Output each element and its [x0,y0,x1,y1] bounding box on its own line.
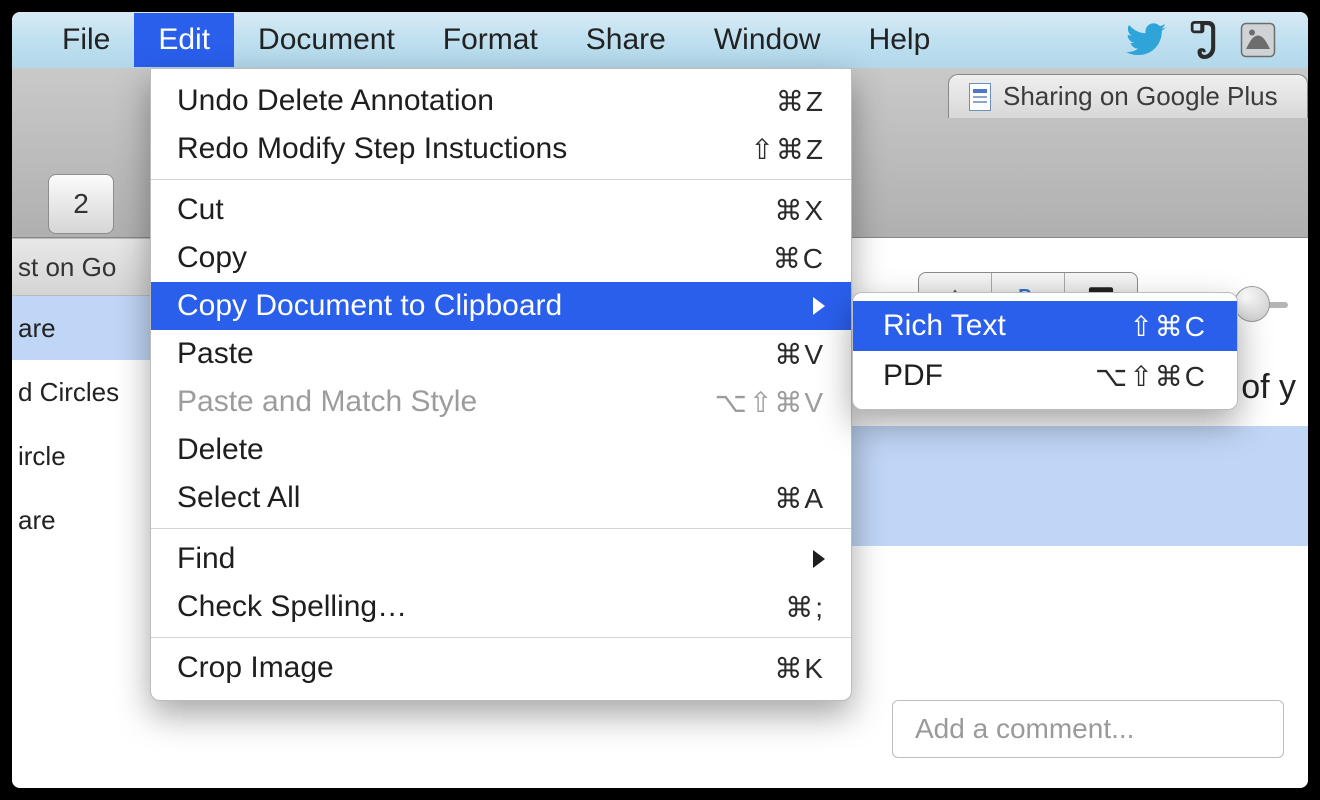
menu-item-label: Rich Text [883,309,1129,343]
submenu-item-0[interactable]: Rich Text⇧⌘C [853,301,1237,351]
menu-item-shortcut: ⌘; [785,591,825,624]
menu-item-label: Paste and Match Style [177,385,715,419]
copy-document-submenu: Rich Text⇧⌘CPDF⌥⇧⌘C [852,292,1238,410]
submenu-item-1[interactable]: PDF⌥⇧⌘C [853,351,1237,401]
menu-item-label: Crop Image [177,651,774,685]
app-window: File Edit Document Format Share Window H… [6,6,1314,794]
menu-item-shortcut: ⌘K [774,652,825,685]
menu-item-label: Select All [177,481,774,515]
edit-menu-item-12[interactable]: Check Spelling…⌘; [151,583,851,631]
edit-menu-item-7: Paste and Match Style⌥⇧⌘V [151,378,851,426]
edit-menu-item-6[interactable]: Paste⌘V [151,330,851,378]
menubar: File Edit Document Format Share Window H… [12,12,1308,68]
submenu-arrow-icon [813,550,825,568]
toolbar-step-button[interactable]: 2 [48,174,114,234]
document-tab-title: Sharing on Google Plus [1003,81,1278,112]
menu-item-shortcut: ⌘V [774,338,825,371]
comment-input[interactable]: Add a comment... [892,700,1284,758]
edit-menu-item-3[interactable]: Cut⌘X [151,186,851,234]
menu-item-label: Cut [177,193,774,227]
twitter-icon[interactable] [1126,23,1166,57]
menu-item-label: Check Spelling… [177,590,785,624]
menu-item-label: PDF [883,359,1095,393]
edit-menu-item-0[interactable]: Undo Delete Annotation⌘Z [151,77,851,125]
edit-menu: Undo Delete Annotation⌘ZRedo Modify Step… [150,68,852,701]
menu-item-shortcut: ⌥⇧⌘C [1095,360,1207,393]
menu-item-label: Redo Modify Step Instuctions [177,132,750,166]
menu-item-label: Undo Delete Annotation [177,84,776,118]
document-icon [969,83,991,111]
menu-format[interactable]: Format [419,13,562,67]
status-icons [1126,21,1282,59]
menu-item-label: Copy Document to Clipboard [177,289,801,323]
menu-item-shortcut: ⌥⇧⌘V [715,386,825,419]
sidebar-item-2[interactable]: ircle [12,424,152,488]
menu-window[interactable]: Window [690,13,845,67]
document-tab[interactable]: Sharing on Google Plus [948,74,1308,118]
submenu-arrow-icon [813,297,825,315]
sidebar-header: st on Go [12,238,152,296]
zoom-slider-knob[interactable] [1234,286,1270,322]
menu-item-label: Paste [177,337,774,371]
comment-placeholder: Add a comment... [915,713,1134,745]
content-heading-fragment: of y [1241,368,1296,407]
evernote-icon[interactable] [1186,21,1220,59]
menu-item-shortcut: ⌘C [773,242,825,275]
menu-file[interactable]: File [38,13,134,67]
menu-item-label: Delete [177,433,825,467]
edit-menu-item-8[interactable]: Delete [151,426,851,474]
sidebar-item-0[interactable]: are [12,296,152,360]
menu-item-shortcut: ⌘Z [776,85,825,118]
edit-menu-item-1[interactable]: Redo Modify Step Instuctions⇧⌘Z [151,125,851,173]
menu-edit[interactable]: Edit [134,13,234,67]
menu-item-label: Find [177,542,801,576]
app-icon[interactable] [1240,22,1276,58]
menu-item-shortcut: ⌘X [774,194,825,227]
edit-menu-item-9[interactable]: Select All⌘A [151,474,851,522]
edit-menu-item-5[interactable]: Copy Document to Clipboard [151,282,851,330]
edit-menu-item-4[interactable]: Copy⌘C [151,234,851,282]
menu-item-label: Copy [177,241,773,275]
menu-item-shortcut: ⌘A [774,482,825,515]
sidebar: st on Go are d Circles ircle are [12,238,152,788]
menu-item-shortcut: ⇧⌘C [1129,310,1207,343]
edit-menu-item-11[interactable]: Find [151,535,851,583]
edit-menu-item-14[interactable]: Crop Image⌘K [151,644,851,692]
menu-item-shortcut: ⇧⌘Z [750,133,825,166]
menu-document[interactable]: Document [234,13,419,67]
menu-help[interactable]: Help [845,13,955,67]
sidebar-item-3[interactable]: are [12,488,152,552]
menu-share[interactable]: Share [562,13,690,67]
sidebar-item-1[interactable]: d Circles [12,360,152,424]
